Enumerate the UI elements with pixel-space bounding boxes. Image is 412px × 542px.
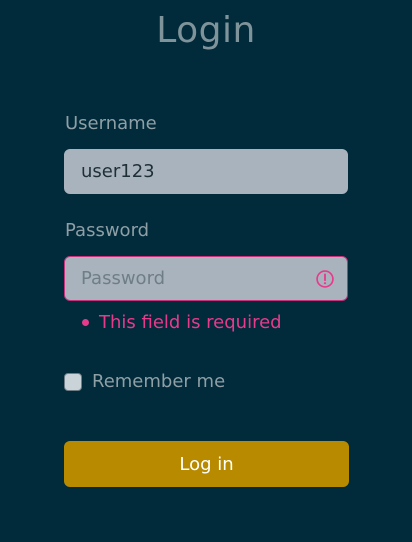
remember-label: Remember me	[92, 371, 226, 392]
password-field[interactable]	[64, 256, 348, 301]
password-label: Password	[65, 220, 150, 241]
remember-checkbox[interactable]	[64, 372, 82, 391]
error-bullet-icon	[82, 319, 89, 326]
password-input[interactable]	[65, 257, 347, 300]
login-button[interactable]: Log in	[64, 441, 349, 487]
page-title: Login	[156, 10, 256, 51]
password-error: This field is required	[82, 312, 282, 333]
alert-circle-icon	[316, 269, 334, 288]
username-label: Username	[65, 113, 157, 134]
username-input[interactable]	[65, 150, 347, 193]
username-field[interactable]	[64, 149, 348, 194]
password-error-text: This field is required	[99, 312, 282, 333]
remember-me[interactable]: Remember me	[64, 371, 225, 392]
